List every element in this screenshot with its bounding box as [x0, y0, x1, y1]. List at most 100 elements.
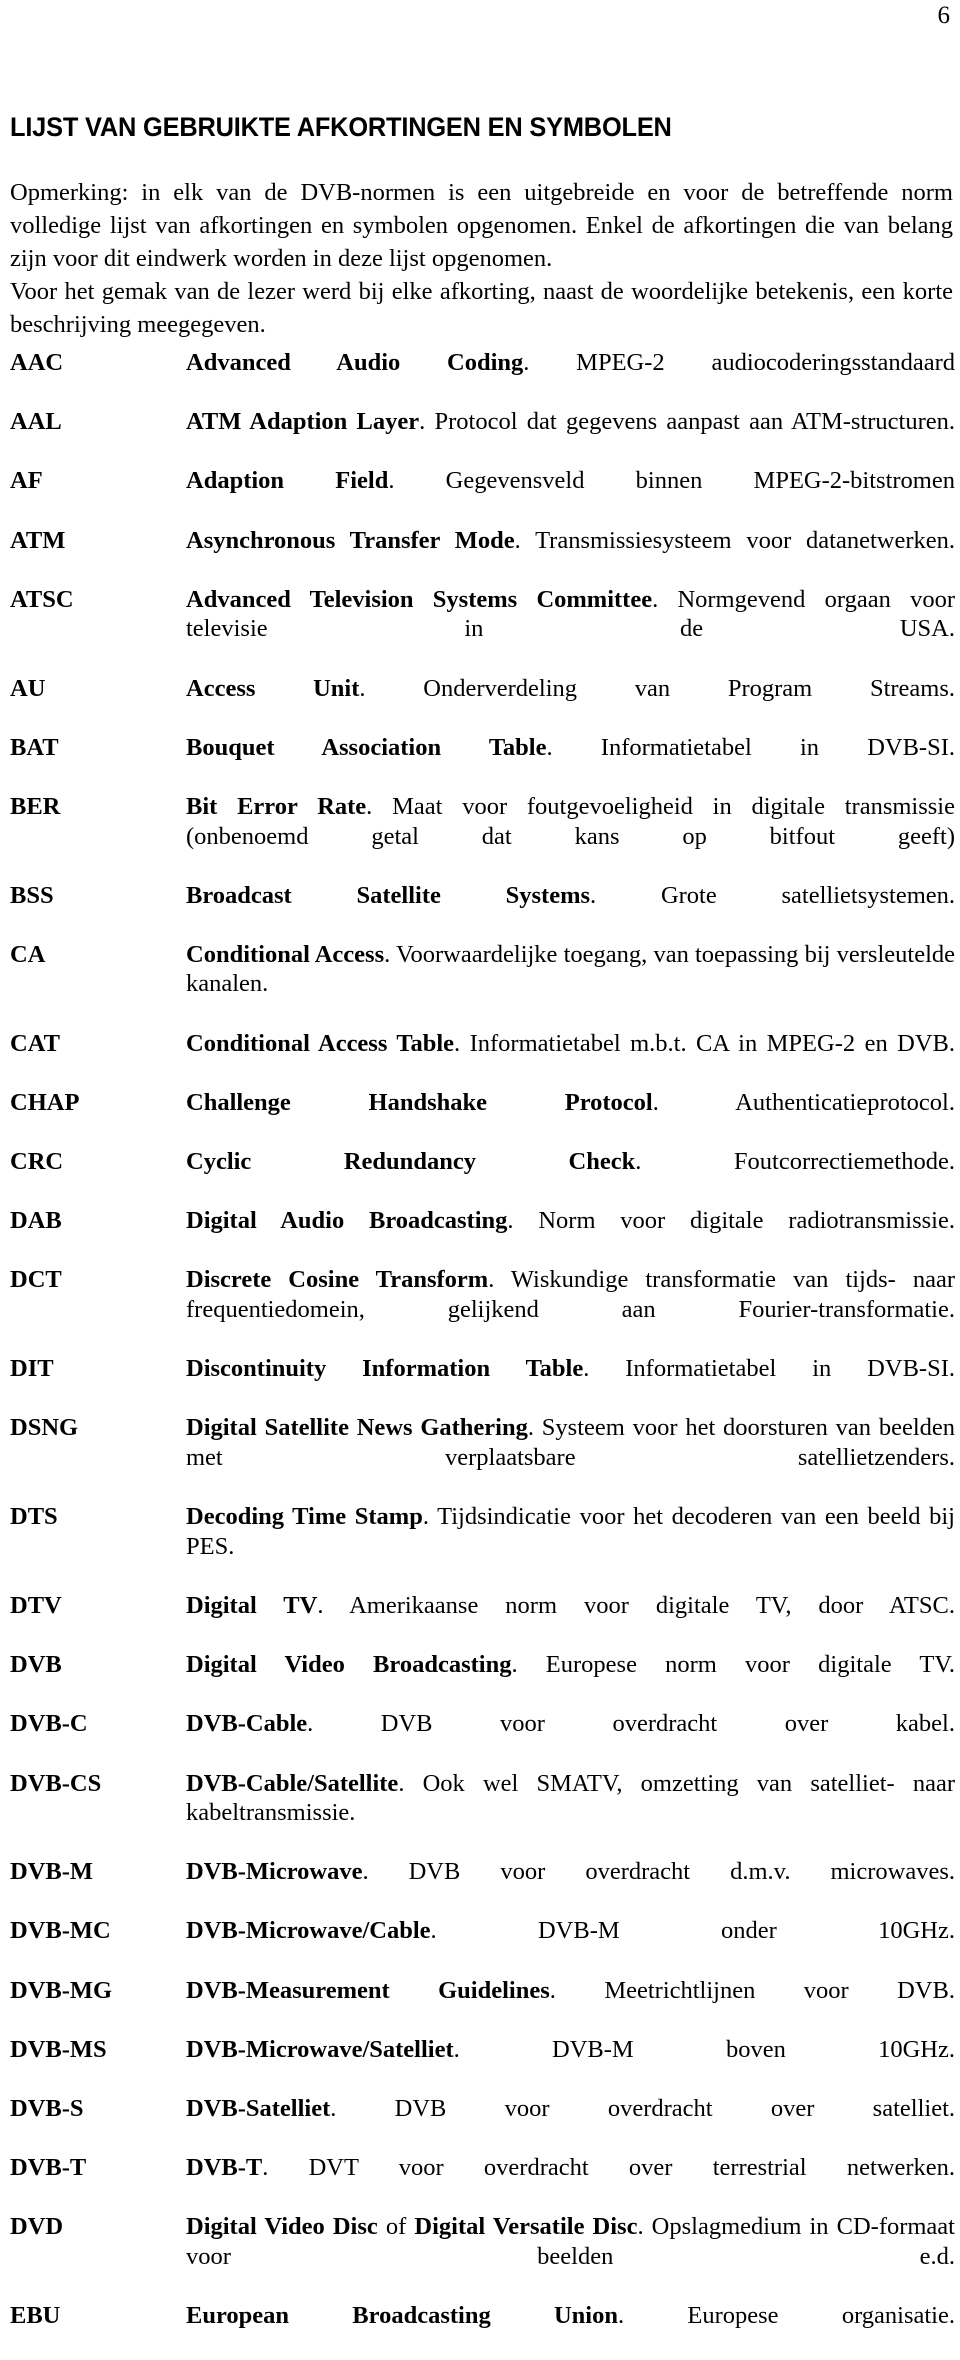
abbreviation-row: CAT Conditional Access Table. Informatiet…: [10, 1029, 955, 1088]
abbreviation-term: DIT: [10, 1355, 54, 1383]
abbreviation-definition: Cyclic Redundancy Check. Foutcorrectieme…: [186, 1147, 955, 1206]
abbreviation-description: . Amerikaanse norm voor digitale TV, doo…: [317, 1591, 955, 1619]
abbreviation-term: ATM: [10, 526, 66, 554]
abbreviation-row: DVB-MC DVB-Microwave/Cable. DVB-M onder 1…: [10, 1916, 955, 1975]
abbreviation-description: . Europese organisatie.: [617, 2302, 955, 2330]
abbreviation-expansion: Bouquet Association Table: [186, 733, 547, 761]
abbreviation-definition: Conditional Access Table. Informatietabe…: [186, 1029, 955, 1088]
abbreviation-definition: Discontinuity Information Table. Informa…: [186, 1354, 955, 1413]
abbreviation-term: CAT: [10, 1029, 60, 1057]
abbreviation-term: CA: [10, 940, 46, 968]
intro-paragraph-1: Opmerking: in elk van de DVB-normen is e…: [10, 179, 953, 272]
abbreviation-row: BSS Broadcast Satellite Systems. Grote sa…: [10, 881, 955, 940]
abbreviation-description: . Onderverdeling van Program Streams.: [359, 674, 955, 702]
abbreviation-list: AAC Advanced Audio Coding. MPEG-2 audioco…: [10, 348, 955, 2360]
abbreviation-definition: Digital Audio Broadcasting. Norm voor di…: [186, 1206, 955, 1265]
abbreviation-definition: DVB-Microwave/Satelliet. DVB-M boven 10G…: [186, 2035, 955, 2094]
abbreviation-definition: Access Unit. Onderverdeling van Program …: [186, 674, 955, 733]
abbreviation-definition: DVB-Cable/Satellite. Ook wel SMATV, omze…: [186, 1769, 955, 1858]
abbreviation-term: DVB-C: [10, 1710, 88, 1738]
document-page: 6 LIJST VAN GEBRUIKTE AFKORTINGEN EN SYM…: [0, 0, 960, 2329]
abbreviation-description: . Transmissiesysteem voor datanetwerken.: [514, 526, 955, 554]
abbreviation-definition: European Broadcasting Union. Europese or…: [186, 2301, 955, 2360]
abbreviation-definition: Challenge Handshake Protocol. Authentica…: [186, 1088, 955, 1147]
abbreviation-row: AU Access Unit. Onderverdeling van Progra…: [10, 674, 955, 733]
abbreviation-definition: DVB-Satelliet. DVB voor overdracht over …: [186, 2094, 955, 2153]
abbreviation-description: . Informatietabel m.b.t. CA in MPEG-2 en…: [454, 1029, 955, 1057]
abbreviation-expansion: Discrete Cosine Transform: [186, 1266, 489, 1294]
abbreviation-expansion: European Broadcasting Union: [186, 2302, 618, 2330]
abbreviation-expansion: Discontinuity Information Table: [186, 1355, 584, 1383]
abbreviation-row: DVB-MG DVB-Measurement Guidelines. Meetri…: [10, 1976, 955, 2035]
abbreviation-description: . DVB voor overdracht over satelliet.: [330, 2095, 955, 2123]
abbreviation-definition: DVB-T. DVT voor overdracht over terrestr…: [186, 2153, 955, 2212]
abbreviation-term: CRC: [10, 1148, 64, 1176]
abbreviation-row: AAC Advanced Audio Coding. MPEG-2 audioco…: [10, 348, 955, 407]
intro-paragraph-2: Voor het gemak van de lezer werd bij elk…: [10, 278, 953, 338]
abbreviation-row: DVB-CS DVB-Cable/Satellite. Ook wel SMATV…: [10, 1769, 955, 1858]
abbreviation-description: . Protocol dat gegevens aanpast aan ATM-…: [419, 408, 955, 436]
abbreviation-row: CHAP Challenge Handshake Protocol. Authen…: [10, 1088, 955, 1147]
abbreviation-term: AAL: [10, 408, 62, 436]
abbreviation-term: AAC: [10, 349, 64, 376]
abbreviation-definition: DVB-Measurement Guidelines. Meetrichtlij…: [186, 1976, 955, 2035]
abbreviation-expansion: Decoding Time Stamp: [186, 1503, 423, 1531]
abbreviation-term: DVB: [10, 1651, 62, 1679]
abbreviation-description: . DVB-M boven 10GHz.: [453, 2035, 955, 2063]
abbreviation-row: DCT Discrete Cosine Transform. Wiskundige…: [10, 1265, 955, 1354]
abbreviation-term: DVB-T: [10, 2154, 87, 2182]
page-title: LIJST VAN GEBRUIKTE AFKORTINGEN EN SYMBO…: [10, 112, 672, 143]
abbreviation-definition: DVB-Microwave/Cable. DVB-M onder 10GHz.: [186, 1916, 955, 1975]
abbreviation-expansion: Bit Error Rate: [186, 792, 367, 820]
abbreviation-term: DVB-MG: [10, 1976, 113, 2004]
abbreviation-definition: Digital Video Broadcasting. Europese nor…: [186, 1650, 955, 1709]
abbreviation-definition: Asynchronous Transfer Mode. Transmissies…: [186, 526, 955, 585]
abbreviation-row: DVB-C DVB-Cable. DVB voor overdracht over…: [10, 1709, 955, 1768]
abbreviation-description: . Gegevensveld binnen MPEG-2-bitstromen: [388, 467, 955, 495]
abbreviation-expansion: Digital Audio Broadcasting: [186, 1207, 508, 1235]
abbreviation-expansion: DVB-Microwave/Satelliet: [186, 2035, 454, 2063]
abbreviation-description: . MPEG-2 audiocoderingsstandaard: [523, 349, 955, 376]
abbreviation-row: DVD Digital Video Disc of Digital Versati…: [10, 2212, 955, 2301]
abbreviation-term: DAB: [10, 1207, 62, 1235]
abbreviation-row: DVB Digital Video Broadcasting. Europese …: [10, 1650, 955, 1709]
abbreviation-definition: ATM Adaption Layer. Protocol dat gegeven…: [186, 407, 955, 466]
abbreviation-definition: Discrete Cosine Transform. Wiskundige tr…: [186, 1265, 955, 1354]
abbreviation-definition: Bouquet Association Table. Informatietab…: [186, 733, 955, 792]
abbreviation-row: DVB-S DVB-Satelliet. DVB voor overdracht …: [10, 2094, 955, 2153]
abbreviation-row: AAL ATM Adaption Layer. Protocol dat gege…: [10, 407, 955, 466]
abbreviation-term: DVB-CS: [10, 1769, 102, 1797]
abbreviation-description: . Authenticatieprotocol.: [652, 1088, 955, 1116]
abbreviation-definition: Digital Satellite News Gathering. Systee…: [186, 1413, 955, 1502]
abbreviation-term: DVB-S: [10, 2095, 84, 2123]
page-number: 6: [937, 2, 951, 29]
abbreviation-row: DVB-MS DVB-Microwave/Satelliet. DVB-M bov…: [10, 2035, 955, 2094]
abbreviation-row: DTV Digital TV. Amerikaanse norm voor dig…: [10, 1591, 955, 1650]
abbreviation-expansion: Cyclic Redundancy Check: [186, 1148, 636, 1176]
abbreviation-description: . Informatietabel in DVB-SI.: [583, 1355, 955, 1383]
abbreviation-definition: DVB-Microwave. DVB voor overdracht d.m.v…: [186, 1857, 955, 1916]
abbreviation-definition: Bit Error Rate. Maat voor foutgevoelighe…: [186, 792, 955, 881]
abbreviation-row: DTS Decoding Time Stamp. Tijdsindicatie v…: [10, 1502, 955, 1591]
abbreviation-expansion: Access Unit: [186, 674, 360, 702]
abbreviation-description: . Foutcorrectiemethode.: [635, 1148, 955, 1176]
abbreviation-term: AU: [10, 674, 46, 702]
abbreviation-expansion: Advanced Audio Coding: [186, 349, 524, 376]
abbreviation-expansion: Conditional Access: [186, 940, 385, 968]
abbreviation-term: CHAP: [10, 1088, 80, 1116]
intro-text: Opmerking: in elk van de DVB-normen is e…: [10, 176, 953, 341]
abbreviation-term: BSS: [10, 881, 54, 909]
abbreviation-row: DVB-T DVB-T. DVT voor overdracht over ter…: [10, 2153, 955, 2212]
abbreviation-row: DIT Discontinuity Information Table. Info…: [10, 1354, 955, 1413]
abbreviation-row: DSNG Digital Satellite News Gathering. Sy…: [10, 1413, 955, 1502]
abbreviation-term: DVB-M: [10, 1858, 94, 1886]
abbreviation-expansion: Adaption Field: [186, 467, 389, 495]
abbreviation-description: . Europese norm voor digitale TV.: [511, 1651, 955, 1679]
abbreviation-expansion: Digital Video Disc: [186, 2213, 378, 2241]
abbreviation-description: . Meetrichtlijnen voor DVB.: [549, 1976, 955, 2004]
abbreviation-expansion: Conditional Access Table: [186, 1029, 455, 1057]
abbreviation-term: AF: [10, 467, 43, 495]
abbreviation-expansion: DVB-Cable/Satellite: [186, 1769, 399, 1797]
abbreviation-row: BER Bit Error Rate. Maat voor foutgevoeli…: [10, 792, 955, 881]
abbreviation-row: EBU European Broadcasting Union. Europese…: [10, 2301, 955, 2360]
